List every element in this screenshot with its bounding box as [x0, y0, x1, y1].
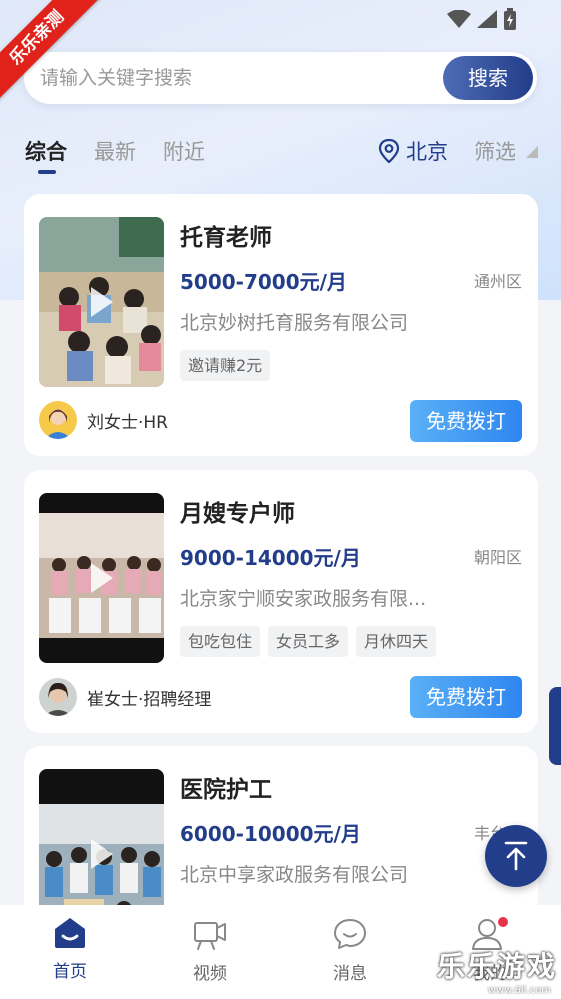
job-salary: 9000-14000元/月: [180, 546, 361, 570]
nav-label: 消息: [333, 964, 367, 984]
free-call-button[interactable]: 免费拨打: [410, 676, 522, 718]
job-card[interactable]: 月嫂专户师 9000-14000元/月 朝阳区 北京家宁顺安家政服务有限... …: [24, 470, 538, 733]
watermark-logo: 乐乐游戏 www.6ll.com: [437, 945, 557, 997]
job-tag: 女员工多: [268, 626, 349, 657]
company-name: 北京中享家政服务有限公司: [180, 864, 409, 886]
nav-label: 视频: [193, 964, 227, 984]
triangle-down-icon: [526, 146, 538, 158]
tab-latest[interactable]: 最新: [94, 136, 136, 166]
signal-icon: [477, 10, 497, 28]
job-tag: 包吃包住: [180, 626, 261, 657]
location-selector[interactable]: 北京: [378, 136, 448, 166]
side-drawer-handle[interactable]: [549, 687, 561, 765]
recruiter-info: 刘女士·HR: [39, 401, 168, 439]
company-name: 北京妙树托育服务有限公司: [180, 312, 409, 334]
filter-tabs: 综合 最新 附近 北京 筛选: [25, 136, 540, 176]
location-label: 北京: [406, 140, 448, 164]
nav-messages[interactable]: 消息: [315, 917, 385, 984]
job-video-thumbnail[interactable]: [39, 217, 164, 387]
tab-nearby[interactable]: 附近: [163, 136, 205, 166]
job-tags: 包吃包住 女员工多 月休四天: [180, 626, 437, 657]
search-button[interactable]: 搜索: [443, 56, 533, 100]
wifi-icon: [447, 10, 471, 28]
job-salary: 6000-10000元/月: [180, 822, 361, 846]
home-icon: [55, 918, 85, 948]
back-to-top-button[interactable]: [485, 825, 547, 887]
battery-icon: [504, 8, 516, 30]
company-name: 北京家宁顺安家政服务有限...: [180, 588, 427, 610]
tab-comprehensive[interactable]: 综合: [25, 136, 67, 166]
watermark-brand: 乐乐游戏: [437, 950, 558, 983]
recruiter-info: 崔女士·招聘经理: [39, 678, 211, 716]
job-tag: 月休四天: [356, 626, 437, 657]
search-bar[interactable]: 请输入关键字搜索 搜索: [24, 52, 537, 104]
recruiter-name: 刘女士·HR: [87, 412, 168, 433]
avatar: [39, 401, 77, 439]
filter-button[interactable]: 筛选: [474, 136, 538, 166]
watermark-url: www.6ll.com: [487, 985, 551, 996]
job-district: 朝阳区: [473, 548, 522, 567]
job-tags: 邀请赚2元: [180, 350, 271, 381]
nav-home[interactable]: 首页: [35, 917, 105, 982]
location-pin-icon: [378, 139, 400, 163]
filter-label: 筛选: [474, 140, 516, 164]
job-title: 托育老师: [180, 225, 272, 251]
avatar: [39, 678, 77, 716]
job-district: 通州区: [473, 272, 522, 291]
job-card[interactable]: 医院护工 6000-10000元/月 丰台区 北京中享家政服务有限公司: [24, 746, 538, 939]
job-tag: 邀请赚2元: [180, 350, 271, 381]
job-title: 月嫂专户师: [180, 501, 295, 527]
message-icon: [334, 919, 366, 949]
play-icon: [90, 287, 113, 317]
job-title: 医院护工: [180, 777, 272, 803]
job-card[interactable]: 托育老师 5000-7000元/月 通州区 北京妙树托育服务有限公司 邀请赚2元…: [24, 194, 538, 456]
job-salary: 5000-7000元/月: [180, 270, 347, 294]
search-input[interactable]: 请输入关键字搜索: [40, 52, 192, 104]
free-call-button[interactable]: 免费拨打: [410, 400, 522, 442]
play-icon: [90, 839, 113, 869]
job-video-thumbnail[interactable]: [39, 493, 164, 663]
recruiter-name: 崔女士·招聘经理: [87, 689, 212, 710]
arrow-up-icon: [504, 841, 528, 871]
active-tab-indicator: [38, 170, 56, 174]
play-icon: [90, 563, 113, 593]
nav-video[interactable]: 视频: [175, 917, 245, 984]
video-icon: [194, 922, 226, 950]
nav-label: 首页: [53, 962, 87, 982]
